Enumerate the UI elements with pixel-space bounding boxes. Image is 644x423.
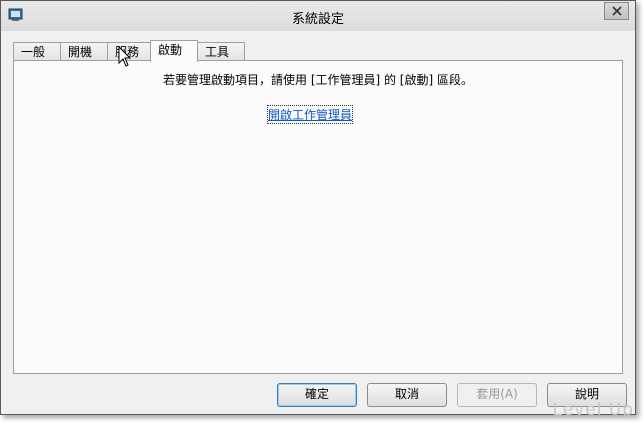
window-title: 系統設定 (291, 12, 344, 27)
cancel-button[interactable]: 取消 (367, 383, 447, 407)
tab-general[interactable]: 一般 (13, 42, 61, 61)
close-button[interactable] (604, 2, 629, 20)
open-task-manager-link[interactable]: 開啟工作管理員 (266, 105, 354, 124)
ok-button[interactable]: 確定 (277, 383, 357, 407)
close-icon (611, 6, 622, 16)
watermark-text: Level Up (552, 400, 634, 420)
tab-boot[interactable]: 開機 (60, 42, 108, 61)
tab-tools[interactable]: 工具 (197, 42, 245, 61)
startup-tab-panel: 若要管理啟動項目，請使用 [工作管理員] 的 [啟動] 區段。 開啟工作管理員 (13, 60, 623, 374)
mouse-cursor-icon (118, 46, 132, 67)
tab-startup[interactable]: 啟動 (150, 40, 198, 62)
startup-info-message: 若要管理啟動項目，請使用 [工作管理員] 的 [啟動] 區段。 (163, 73, 473, 87)
system-configuration-window: 系統設定 一般 開機 服務 啟動 工具 若要管理啟動項目，請使用 [工作管理員]… (0, 0, 636, 415)
apply-button[interactable]: 套用(A) (457, 383, 537, 407)
title-bar[interactable]: 系統設定 (1, 1, 635, 31)
